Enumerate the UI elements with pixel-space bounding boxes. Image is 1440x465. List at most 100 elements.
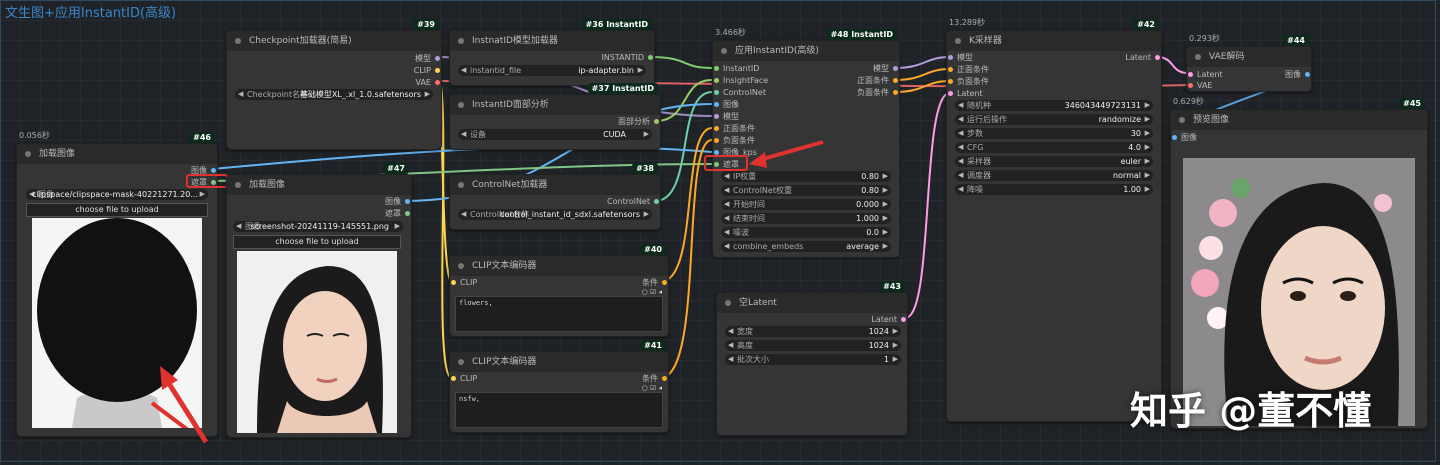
- arrow-right-icon[interactable]: ▶: [893, 340, 898, 351]
- arrow-left-icon[interactable]: ◀: [958, 142, 963, 153]
- input-negative[interactable]: 负面条件: [947, 76, 989, 87]
- collapse-dot-icon[interactable]: [458, 182, 464, 188]
- arrow-left-icon[interactable]: ◀: [724, 227, 729, 238]
- output-vae[interactable]: VAE: [416, 77, 442, 88]
- arrow-right-icon[interactable]: ▶: [883, 241, 888, 252]
- node-title[interactable]: K采样器: [947, 31, 1161, 51]
- port-dot[interactable]: [1172, 135, 1177, 140]
- prompt-textarea[interactable]: flowers,: [455, 296, 663, 332]
- arrow-left-icon[interactable]: ◀: [461, 65, 466, 76]
- port-dot[interactable]: [662, 280, 667, 285]
- port-dot[interactable]: [1188, 72, 1193, 77]
- arrow-left-icon[interactable]: ◀: [958, 156, 963, 167]
- port-dot[interactable]: [714, 90, 719, 95]
- node-instantid-loader-36[interactable]: #36 InstantID InstnatID模型加载器 INSTANTID ◀…: [449, 19, 655, 86]
- input-instantid[interactable]: InstantID: [713, 63, 759, 74]
- node-clip-text-encode-40[interactable]: #40 CLIP文本编码器 CLIP 条件 ○ ☑ ◂ flowers,: [449, 244, 669, 337]
- port-dot[interactable]: [893, 66, 898, 71]
- arrow-right-icon[interactable]: ▶: [395, 221, 400, 232]
- arrow-left-icon[interactable]: ◀: [724, 213, 729, 224]
- arrow-left-icon[interactable]: ◀: [461, 129, 466, 140]
- port-dot[interactable]: [451, 280, 456, 285]
- collapse-dot-icon[interactable]: [458, 38, 464, 44]
- arrow-right-icon[interactable]: ▶: [883, 227, 888, 238]
- arrow-right-icon[interactable]: ▶: [1145, 100, 1150, 111]
- node-title[interactable]: ControlNet加载器: [450, 175, 660, 195]
- end-at-widget[interactable]: ◀ 结束时间 1.000 ▶: [721, 213, 891, 224]
- collapse-dot-icon[interactable]: [458, 102, 464, 108]
- arrow-right-icon[interactable]: ▶: [200, 189, 205, 200]
- port-dot[interactable]: [648, 55, 653, 60]
- node-title[interactable]: CLIP文本编码器: [450, 352, 668, 372]
- controlnet-weight-widget[interactable]: ◀ ControlNet权重 0.80 ▶: [721, 185, 891, 196]
- node-graph-canvas[interactable]: 文生图+应用InstantID(高级) 0.056秒 #46 加载图像 图像 遮…: [0, 0, 1440, 465]
- port-dot[interactable]: [948, 91, 953, 96]
- output-latent[interactable]: Latent: [1125, 52, 1161, 63]
- noise-widget[interactable]: ◀ 噪波 0.0 ▶: [721, 227, 891, 238]
- port-dot[interactable]: [1305, 72, 1310, 77]
- output-controlnet[interactable]: ControlNet: [607, 196, 660, 207]
- node-title[interactable]: InstantID面部分析: [450, 95, 660, 115]
- node-controlnet-loader-38[interactable]: #38 ControlNet加载器 ControlNet ◀ ControlNet…: [449, 163, 661, 230]
- control-after-generate-widget[interactable]: ◀ 运行后操作 randomize ▶: [955, 114, 1153, 125]
- output-image[interactable]: 图像: [385, 196, 411, 207]
- arrow-left-icon[interactable]: ◀: [728, 326, 733, 337]
- arrow-left-icon[interactable]: ◀: [728, 340, 733, 351]
- upload-button[interactable]: choose file to upload: [26, 203, 208, 217]
- node-checkpoint-loader-39[interactable]: #39 Checkpoint加载器(简易) 模型 CLIP VAE ◀ Check…: [226, 19, 442, 150]
- arrow-right-icon[interactable]: ▶: [1145, 142, 1150, 153]
- arrow-left-icon[interactable]: ◀: [958, 128, 963, 139]
- input-latent[interactable]: Latent: [1187, 69, 1223, 80]
- port-dot[interactable]: [901, 317, 906, 322]
- arrow-left-icon[interactable]: ◀: [236, 221, 241, 232]
- arrow-right-icon[interactable]: ▶: [1145, 170, 1150, 181]
- input-clip[interactable]: CLIP: [450, 373, 477, 384]
- arrow-right-icon[interactable]: ▶: [1145, 114, 1150, 125]
- input-controlnet[interactable]: ControlNet: [713, 87, 766, 98]
- prompt-textarea[interactable]: nsfw,: [455, 392, 663, 428]
- node-ksampler-42[interactable]: 13.289秒 #42 K采样器 模型 正面条件 负面条件 Latent Lat…: [946, 18, 1162, 422]
- node-title[interactable]: 加载图像: [227, 175, 411, 195]
- node-face-analysis-37[interactable]: #37 InstantID InstantID面部分析 面部分析 ◀ 设备 CUDA…: [449, 83, 661, 150]
- port-dot[interactable]: [1155, 55, 1160, 60]
- output-model[interactable]: 模型: [415, 53, 441, 64]
- upload-button[interactable]: choose file to upload: [233, 235, 401, 249]
- node-title[interactable]: Checkpoint加载器(简易): [227, 31, 441, 51]
- ckpt-name-widget[interactable]: ◀ Checkpoint名称 基础模型XL_.xl_1.0.safetensors ▶: [235, 89, 433, 100]
- node-empty-latent-43[interactable]: #43 空Latent Latent ◀ 宽度 1024 ▶ ◀ 高度 1024 ▶ ◀ 批次…: [716, 281, 908, 436]
- port-dot[interactable]: [654, 199, 659, 204]
- node-clip-text-encode-41[interactable]: #41 CLIP文本编码器 CLIP 条件 ○ ☑ ◂ nsfw,: [449, 340, 669, 433]
- collapse-dot-icon[interactable]: [458, 359, 464, 365]
- arrow-right-icon[interactable]: ▶: [893, 326, 898, 337]
- collapse-dot-icon[interactable]: [1179, 117, 1185, 123]
- arrow-left-icon[interactable]: ◀: [724, 185, 729, 196]
- arrow-right-icon[interactable]: ▶: [638, 65, 643, 76]
- start-at-widget[interactable]: ◀ 开始时间 0.000 ▶: [721, 199, 891, 210]
- output-latent[interactable]: Latent: [871, 314, 907, 325]
- arrow-left-icon[interactable]: ◀: [958, 170, 963, 181]
- input-model[interactable]: 模型: [713, 111, 739, 122]
- controlnet-name-widget[interactable]: ◀ ControlNet名称 control_instant_id_sdxl.saf…: [458, 209, 652, 220]
- port-dot[interactable]: [714, 114, 719, 119]
- node-vae-decode-44[interactable]: 0.293秒 #44 VAE解码 Latent VAE 图像: [1186, 34, 1312, 92]
- output-model[interactable]: 模型: [873, 63, 899, 74]
- input-vae[interactable]: VAE: [1187, 80, 1213, 91]
- node-title[interactable]: 应用InstantID(高级): [713, 41, 899, 61]
- port-dot[interactable]: [948, 67, 953, 72]
- arrow-left-icon[interactable]: ◀: [958, 100, 963, 111]
- arrow-left-icon[interactable]: ◀: [724, 241, 729, 252]
- denoise-widget[interactable]: ◀ 降噪 1.00 ▶: [955, 184, 1153, 195]
- arrow-right-icon[interactable]: ▶: [644, 129, 649, 140]
- arrow-right-icon[interactable]: ▶: [644, 209, 649, 220]
- node-title[interactable]: 预览图像: [1171, 110, 1427, 130]
- input-clip[interactable]: CLIP: [450, 277, 477, 288]
- arrow-right-icon[interactable]: ▶: [1145, 184, 1150, 195]
- port-dot[interactable]: [893, 90, 898, 95]
- port-dot[interactable]: [1188, 83, 1193, 88]
- arrow-right-icon[interactable]: ▶: [1145, 156, 1150, 167]
- port-dot[interactable]: [211, 168, 216, 173]
- port-dot[interactable]: [893, 78, 898, 83]
- batch-size-widget[interactable]: ◀ 批次大小 1 ▶: [725, 354, 901, 365]
- combine-embeds-widget[interactable]: ◀ combine_embeds average ▶: [721, 241, 891, 252]
- sampler-widget[interactable]: ◀ 采样器 euler ▶: [955, 156, 1153, 167]
